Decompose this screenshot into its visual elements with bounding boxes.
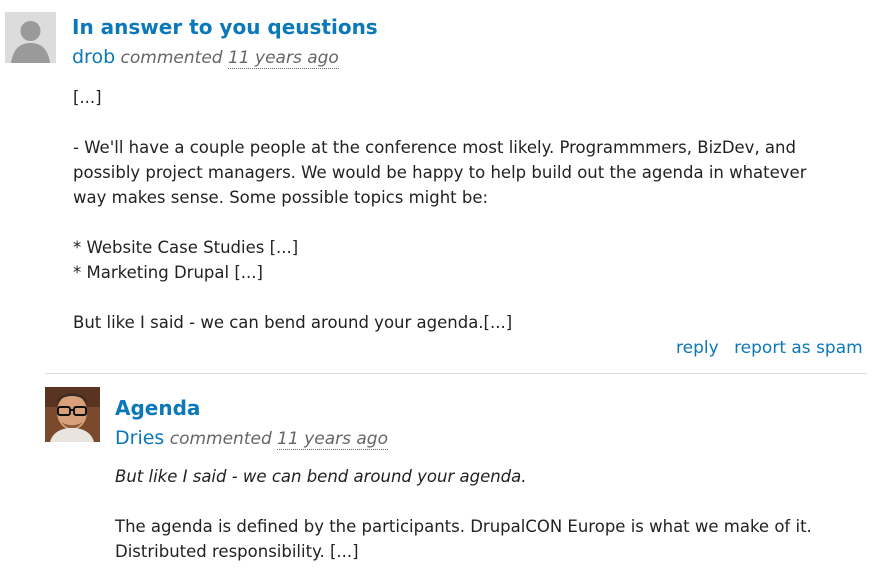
comment-line: [...] [73,88,102,107]
commented-label: commented [120,48,223,68]
commented-label: commented [169,429,272,449]
comment-title[interactable]: Agenda [115,396,200,420]
user-photo-avatar-icon [45,387,100,442]
comment-title[interactable]: In answer to you qeustions [72,15,378,39]
reply-link[interactable]: reply [676,338,719,358]
comment-body: But like I said - we can bend around you… [115,464,875,564]
comment-line: * Marketing Drupal [...] [73,263,263,282]
comment-author-link[interactable]: drob [72,46,115,68]
comment-line: The agenda is defined by the participant… [115,517,812,536]
comment-body: [...] - We'll have a couple people at th… [73,85,873,335]
comment-line: * Website Case Studies [...] [73,238,299,257]
comment-line: possibly project managers. We would be h… [73,163,807,182]
comment-meta: drob commented 11 years ago [72,46,339,69]
comment-timestamp: 11 years ago [227,48,339,69]
comment-timestamp: 11 years ago [277,429,388,450]
comment-author-link[interactable]: Dries [115,427,164,449]
comment-links: reply report as spam [676,338,863,358]
comment-line: Distributed responsibility. [...] [115,542,359,561]
comment-quote: But like I said - we can bend around you… [115,467,527,486]
comment-divider [45,373,867,374]
comment-line: But like I said - we can bend around you… [73,313,513,332]
comment-meta: Dries commented 11 years ago [115,427,388,450]
comment-line: way makes sense. Some possible topics mi… [73,188,489,207]
report-spam-link[interactable]: report as spam [734,338,863,358]
comment-line: - We'll have a couple people at the conf… [73,138,796,157]
default-user-avatar-icon [5,12,56,63]
